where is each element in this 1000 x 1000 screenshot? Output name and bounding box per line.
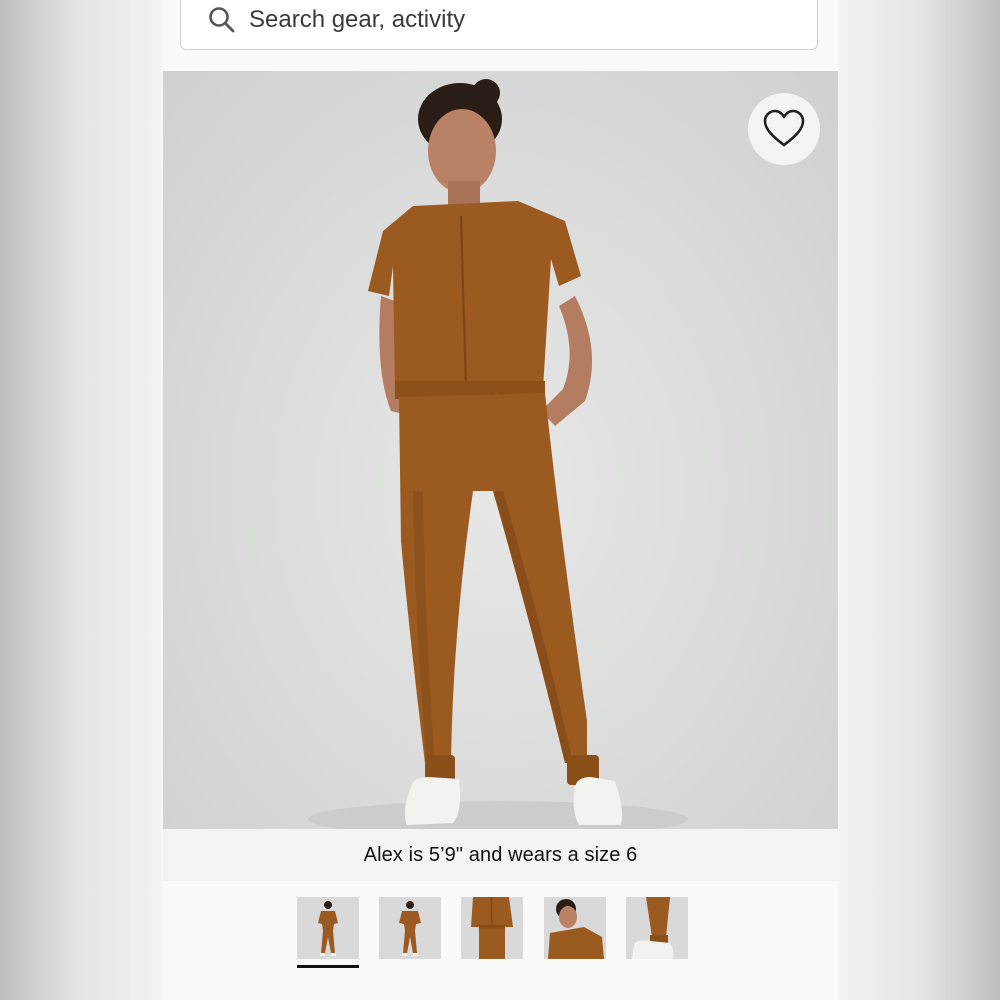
thumbnail-front-image bbox=[318, 901, 338, 956]
active-thumbnail-indicator bbox=[297, 965, 359, 968]
product-page: Alex is 5’9" and wears a size 6 bbox=[163, 0, 838, 1000]
search-input[interactable] bbox=[249, 3, 789, 37]
product-main-image[interactable] bbox=[163, 71, 838, 829]
thumbnail-leg-image bbox=[632, 897, 674, 959]
model-size-caption: Alex is 5’9" and wears a size 6 bbox=[363, 843, 638, 866]
thumbnail-back-image bbox=[399, 901, 421, 956]
favorite-button[interactable] bbox=[748, 93, 820, 165]
search-icon bbox=[209, 7, 235, 33]
thumbnail-4[interactable] bbox=[544, 897, 606, 959]
model-size-caption-bar: Alex is 5’9" and wears a size 6 bbox=[163, 829, 838, 881]
thumbnail-side-image bbox=[471, 897, 513, 959]
thumbnail-2[interactable] bbox=[379, 897, 441, 959]
model-illustration bbox=[308, 79, 688, 829]
search-bar[interactable] bbox=[180, 0, 818, 50]
thumbnail-1[interactable] bbox=[297, 897, 359, 959]
thumbnail-closeup-image bbox=[548, 899, 604, 959]
thumbnail-strip bbox=[163, 881, 838, 1000]
thumbnail-5[interactable] bbox=[626, 897, 688, 959]
heart-outline-icon bbox=[763, 109, 805, 147]
thumbnail-3[interactable] bbox=[461, 897, 523, 959]
